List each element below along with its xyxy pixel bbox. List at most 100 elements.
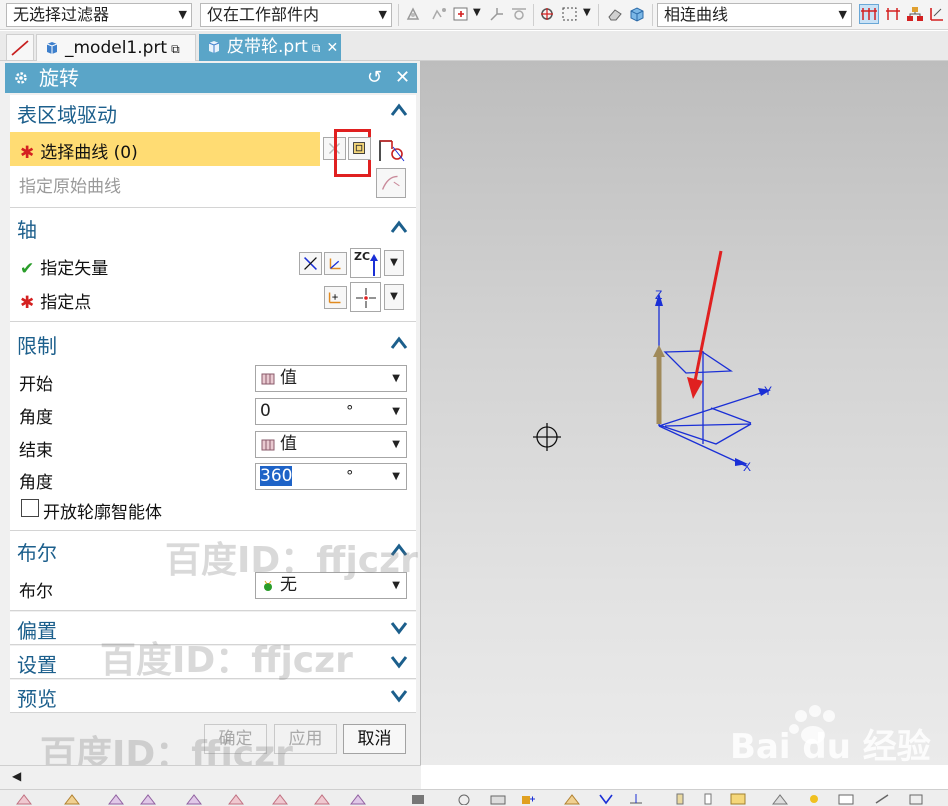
- chevron-down-icon[interactable]: [390, 655, 408, 669]
- cancel-button[interactable]: 取消: [343, 724, 406, 754]
- annotation-arrow-head: [687, 377, 703, 399]
- revolve-dialog: 旋转 ↺ ✕ 表区域驱动 ✱ 选择曲线 (0) 指定原始曲线 轴 ✔ 指定矢量 ZC…: [0, 61, 421, 775]
- tool-icon[interactable]: [838, 793, 854, 805]
- select-curve-text: 选择曲线 (0): [40, 143, 138, 163]
- point-on-curve-icon[interactable]: [430, 5, 448, 23]
- dialog-horizontal-scrollbar[interactable]: ◀: [0, 765, 421, 789]
- chevron-up-icon[interactable]: [390, 336, 408, 350]
- curve-select-icon[interactable]: [376, 137, 406, 163]
- tool-icon[interactable]: [730, 793, 746, 805]
- modified-marker-icon: ⧉: [171, 42, 180, 56]
- curve-rule-value: 相连曲线: [664, 5, 729, 24]
- boolean-heading[interactable]: 布尔: [17, 537, 57, 566]
- tool-icon[interactable]: [410, 793, 426, 805]
- tool-icon[interactable]: [456, 793, 472, 805]
- tool-icon[interactable]: [700, 793, 716, 805]
- reverse-direction-icon[interactable]: [299, 252, 322, 275]
- close-icon[interactable]: ✕: [326, 40, 338, 56]
- shape-icon[interactable]: [314, 793, 330, 805]
- axis-heading[interactable]: 轴: [17, 214, 37, 243]
- sketch-section-icon[interactable]: [348, 137, 371, 160]
- tool-icon[interactable]: [564, 793, 580, 805]
- box-select-icon[interactable]: [452, 5, 470, 23]
- point-type-dropdown[interactable]: ▼: [384, 284, 404, 310]
- chevron-down-icon[interactable]: ▼: [392, 464, 400, 489]
- tool-icon[interactable]: [520, 793, 536, 805]
- curve-rule-dropdown[interactable]: 相连曲线 ▼: [657, 3, 852, 27]
- chevron-down-icon[interactable]: ▼: [583, 7, 591, 18]
- close-icon[interactable]: ✕: [395, 63, 410, 93]
- toolbar-separator: [533, 4, 534, 26]
- origin-curve-icon[interactable]: [376, 168, 406, 198]
- section-curve-heading[interactable]: 表区域驱动: [17, 99, 117, 128]
- vector-dialog-icon[interactable]: [324, 252, 347, 275]
- y-axis-label: Y: [764, 384, 772, 398]
- settings-heading[interactable]: 设置: [17, 649, 57, 678]
- end-angle-input[interactable]: 360 ° ▼: [255, 463, 407, 490]
- follow-fillet-icon[interactable]: [884, 5, 902, 23]
- chevron-down-icon[interactable]: ▼: [473, 7, 481, 18]
- tangent-snap-icon[interactable]: [510, 5, 528, 23]
- chevron-down-icon[interactable]: [390, 621, 408, 635]
- tool-icon[interactable]: [874, 793, 890, 805]
- feature-tree-icon[interactable]: [906, 5, 924, 23]
- gear-icon[interactable]: [13, 70, 29, 86]
- shape-icon[interactable]: [140, 793, 156, 805]
- sketch-line-icon[interactable]: [6, 34, 34, 61]
- end-mode-select[interactable]: 值 ▼: [255, 431, 407, 458]
- shape-icon[interactable]: [228, 793, 244, 805]
- shape-icon[interactable]: [350, 793, 366, 805]
- scroll-left-icon[interactable]: ◀: [12, 769, 21, 783]
- point-type-button[interactable]: [350, 282, 381, 312]
- end-mode-value: 值: [280, 434, 297, 454]
- point-dialog-icon[interactable]: [324, 286, 347, 309]
- chevron-up-icon[interactable]: [390, 220, 408, 234]
- tab-model1[interactable]: _model1.prt ⧉: [36, 34, 196, 61]
- chevron-up-icon[interactable]: [390, 103, 408, 117]
- arrow-snap-icon[interactable]: [488, 5, 506, 23]
- selection-scope-dropdown[interactable]: 仅在工作部件内 ▼: [200, 3, 392, 27]
- tab-pulley[interactable]: 皮带轮.prt ⧉ ✕: [199, 34, 341, 61]
- start-angle-input[interactable]: 0 ° ▼: [255, 398, 407, 425]
- preview-group[interactable]: 预览: [10, 680, 416, 713]
- limits-heading[interactable]: 限制: [17, 330, 57, 359]
- chevron-down-icon: ▼: [392, 439, 400, 450]
- selection-filter-dropdown[interactable]: 无选择过滤器 ▼: [6, 3, 192, 27]
- shape-icon[interactable]: [186, 793, 202, 805]
- shape-icon[interactable]: [108, 793, 124, 805]
- graphics-viewport[interactable]: Z Y X Bai du 经验 jingyan.baidu.com: [421, 61, 948, 783]
- rectangle-select-icon[interactable]: [561, 5, 579, 23]
- dimension-icon[interactable]: [928, 5, 946, 23]
- reset-icon[interactable]: ↺: [367, 63, 382, 93]
- tool-icon[interactable]: [628, 793, 644, 805]
- tool-icon[interactable]: [672, 793, 688, 805]
- tool-icon[interactable]: [806, 793, 822, 805]
- degree-unit: °: [346, 402, 354, 420]
- eraser-icon[interactable]: [606, 5, 624, 23]
- tool-icon[interactable]: [598, 793, 614, 805]
- axis-group: 轴 ✔ 指定矢量 ZC ▼ ✱ 指定点 ▼: [10, 208, 416, 322]
- open-profile-checkbox[interactable]: [21, 499, 39, 517]
- start-mode-select[interactable]: 值 ▼: [255, 365, 407, 392]
- z-axis-label: Z: [655, 288, 662, 302]
- snap-point-icon[interactable]: [404, 5, 422, 23]
- chevron-down-icon[interactable]: ▼: [392, 399, 400, 424]
- shape-icon[interactable]: [272, 793, 288, 805]
- vector-type-dropdown[interactable]: ▼: [384, 250, 404, 276]
- offset-heading[interactable]: 偏置: [17, 615, 57, 644]
- selection-filter-value: 无选择过滤器: [13, 5, 110, 24]
- solid-body-icon[interactable]: [628, 5, 646, 23]
- shape-icon[interactable]: [16, 793, 32, 805]
- tool-icon[interactable]: [490, 793, 506, 805]
- chevron-down-icon[interactable]: [390, 689, 408, 703]
- select-curve-row[interactable]: ✱ 选择曲线 (0): [10, 132, 320, 166]
- stop-at-intersection-icon[interactable]: [859, 4, 879, 24]
- rotate-cursor-icon: [533, 423, 561, 451]
- tool-icon[interactable]: [908, 793, 924, 805]
- preview-heading[interactable]: 预览: [17, 683, 57, 712]
- baidu-logo-text: Bai du 经验: [730, 727, 931, 767]
- shape-icon[interactable]: [64, 793, 80, 805]
- tool-icon[interactable]: [772, 793, 788, 805]
- select-features-icon[interactable]: [539, 5, 557, 23]
- vector-type-button[interactable]: ZC: [350, 248, 381, 278]
